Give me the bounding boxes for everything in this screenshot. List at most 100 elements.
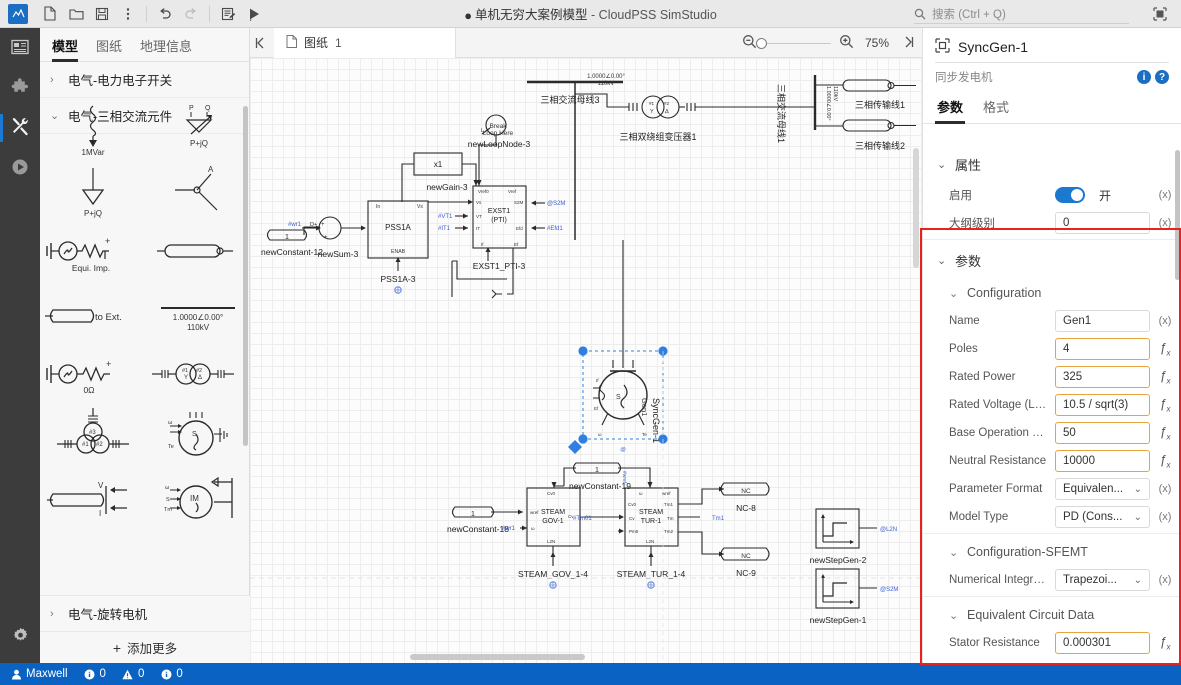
canvas-horizontal-scrollbar[interactable] bbox=[410, 654, 585, 660]
zoom-level: 75% bbox=[864, 36, 890, 50]
library-group-power-electronic-switch[interactable]: › 电气-电力电子开关 bbox=[40, 62, 249, 98]
formula-icon[interactable]: ƒx bbox=[1156, 453, 1174, 470]
formula-icon[interactable]: ƒx bbox=[1156, 397, 1174, 414]
sidebar-rail-run[interactable] bbox=[0, 148, 40, 188]
subsection-configuration-sfemt[interactable]: ⌄ Configuration-SFEMT bbox=[923, 536, 1181, 566]
property-row-base-operation-frequency: Base Operation Fre... 50 ƒx bbox=[923, 419, 1181, 447]
properties-scroll-area[interactable]: ⌄ 属性 启用 开 (x) 大纲级别 0 (x) ⌄ 参数 ⌄ Configur… bbox=[923, 146, 1181, 685]
component-induction-machine[interactable]: IM ω S Tm bbox=[145, 470, 250, 532]
zoom-out-icon[interactable] bbox=[742, 34, 757, 52]
settings-gear-icon[interactable] bbox=[0, 615, 40, 655]
sheet-tab-1[interactable]: 图纸 1 bbox=[274, 27, 456, 58]
zoom-slider[interactable] bbox=[756, 37, 831, 49]
info-icon[interactable]: i bbox=[1137, 70, 1151, 84]
zoom-in-icon[interactable] bbox=[839, 34, 854, 52]
model-type-select[interactable]: PD (Cons... ⌄ bbox=[1055, 506, 1150, 528]
section-attributes[interactable]: ⌄ 属性 bbox=[923, 146, 1181, 181]
svg-text:STEAM_GOV_1-4: STEAM_GOV_1-4 bbox=[518, 569, 588, 579]
stator-resistance-input[interactable]: 0.000301 bbox=[1055, 632, 1150, 654]
modified-indicator-icon: ● bbox=[464, 8, 473, 24]
component-pq-source-variable[interactable]: P Q P+jQ bbox=[145, 98, 250, 160]
sidebar-rail-tools[interactable] bbox=[0, 108, 40, 148]
section-parameters[interactable]: ⌄ 参数 bbox=[923, 242, 1181, 277]
redo-icon[interactable] bbox=[179, 3, 203, 25]
base-operation-frequency-input[interactable]: 50 bbox=[1055, 422, 1150, 444]
tab-parameters[interactable]: 参数 bbox=[934, 97, 966, 124]
component-pq-load[interactable]: P+jQ bbox=[40, 160, 145, 222]
app-logo-icon[interactable] bbox=[8, 3, 28, 24]
rated-voltage-input[interactable]: 10.5 / sqrt(3) bbox=[1055, 394, 1150, 416]
diagram-canvas[interactable]: 1 newConstant-12 + + newSum-3 #wr1 D+ PS… bbox=[250, 58, 922, 663]
name-input[interactable]: Gen1 bbox=[1055, 310, 1150, 332]
svg-text:L2N: L2N bbox=[547, 539, 555, 544]
script-icon[interactable] bbox=[216, 3, 240, 25]
subsection-configuration[interactable]: ⌄ Configuration bbox=[923, 277, 1181, 307]
fit-right-icon[interactable] bbox=[900, 36, 914, 51]
properties-header: SyncGen-1 同步发电机 i ? bbox=[923, 28, 1181, 85]
restore-window-icon[interactable] bbox=[1149, 4, 1171, 24]
open-folder-icon[interactable] bbox=[64, 3, 88, 25]
info-count[interactable]: 0 bbox=[84, 668, 106, 680]
user-icon bbox=[10, 668, 22, 680]
add-more-button[interactable]: + 添加更多 bbox=[40, 631, 250, 663]
svg-text:Tm: Tm bbox=[164, 507, 172, 513]
component-reactor-1mvar[interactable]: 1MVar bbox=[40, 98, 145, 160]
component-two-winding-transformer[interactable]: #1 Y #2 Δ bbox=[145, 346, 250, 408]
status-user[interactable]: Maxwell bbox=[10, 668, 68, 680]
warning-count[interactable]: 0 bbox=[122, 668, 144, 680]
tab-models[interactable]: 模型 bbox=[52, 36, 79, 62]
tab-geo-info[interactable]: 地理信息 bbox=[140, 36, 192, 61]
svg-text:A: A bbox=[208, 165, 214, 174]
run-icon[interactable] bbox=[242, 3, 266, 25]
neutral-resistance-input[interactable]: 10000 bbox=[1055, 450, 1150, 472]
component-line-measurement-vi[interactable]: V I bbox=[40, 470, 145, 532]
sidebar-rail-explorer[interactable] bbox=[0, 28, 40, 68]
component-voltage-source-0ohm[interactable]: + 0Ω bbox=[40, 346, 145, 408]
property-row-numerical-integration: Numerical Integrati... Trapezoi... ⌄ (x) bbox=[923, 566, 1181, 594]
search-input[interactable]: 搜索 (Ctrl + Q) bbox=[914, 5, 1129, 24]
library-group-rotating-machine[interactable]: › 电气-旋转电机 bbox=[40, 595, 250, 631]
save-icon[interactable] bbox=[90, 3, 114, 25]
new-file-icon[interactable] bbox=[38, 3, 62, 25]
toolbar-divider-2 bbox=[209, 5, 210, 22]
component-synchronous-machine[interactable]: S ω Te bbox=[145, 408, 250, 470]
svg-text:Tm1: Tm1 bbox=[664, 502, 673, 507]
property-suffix[interactable]: (x) bbox=[1156, 574, 1174, 586]
collapse-left-icon[interactable] bbox=[250, 37, 274, 49]
property-suffix[interactable]: (x) bbox=[1156, 483, 1174, 495]
subsection-equivalent-circuit-data[interactable]: ⌄ Equivalent Circuit Data bbox=[923, 599, 1181, 629]
parameter-format-select[interactable]: Equivalen... ⌄ bbox=[1055, 478, 1150, 500]
rated-power-input[interactable]: 325 bbox=[1055, 366, 1150, 388]
component-three-winding-transformer[interactable]: #3 #1 #2 bbox=[40, 408, 145, 470]
component-three-phase-breaker[interactable]: A bbox=[145, 160, 250, 222]
property-suffix[interactable]: (x) bbox=[1156, 217, 1174, 229]
zoom-slider-handle[interactable] bbox=[756, 37, 767, 49]
tab-format[interactable]: 格式 bbox=[983, 97, 1009, 123]
poles-input[interactable]: 4 bbox=[1055, 338, 1150, 360]
library-scrollbar[interactable] bbox=[243, 106, 248, 446]
numerical-integration-select[interactable]: Trapezoi... ⌄ bbox=[1055, 569, 1150, 591]
error-count[interactable]: 0 bbox=[160, 668, 183, 680]
property-suffix[interactable]: (x) bbox=[1156, 315, 1174, 327]
undo-icon[interactable] bbox=[153, 3, 177, 25]
property-suffix[interactable]: (x) bbox=[1156, 511, 1174, 523]
component-line-to-external[interactable]: to Ext. bbox=[40, 284, 145, 346]
component-transmission-line[interactable] bbox=[145, 222, 250, 284]
more-options-icon[interactable] bbox=[116, 3, 140, 25]
formula-icon[interactable]: ƒx bbox=[1156, 341, 1174, 358]
outline-level-input[interactable]: 0 bbox=[1055, 212, 1150, 234]
formula-icon[interactable]: ƒx bbox=[1156, 369, 1174, 386]
formula-icon[interactable]: ƒx bbox=[1156, 425, 1174, 442]
sidebar-rail-plugin[interactable] bbox=[0, 68, 40, 108]
sheet-tab-label: 图纸 bbox=[304, 36, 329, 50]
sheet-tab-number: 1 bbox=[335, 35, 342, 50]
tab-sheets[interactable]: 图纸 bbox=[96, 36, 122, 61]
enable-toggle[interactable] bbox=[1055, 187, 1085, 203]
component-equivalent-impedance-source[interactable]: + Equi. Imp. bbox=[40, 222, 145, 284]
help-icon[interactable]: ? bbox=[1155, 70, 1169, 84]
property-suffix[interactable]: (x) bbox=[1156, 189, 1174, 201]
canvas-vertical-scrollbar[interactable] bbox=[913, 148, 919, 268]
properties-scrollbar[interactable] bbox=[1175, 150, 1180, 280]
component-ac-bus[interactable]: 1.0000∠0.00° 110kV bbox=[145, 284, 250, 346]
formula-icon[interactable]: ƒx bbox=[1156, 635, 1174, 652]
